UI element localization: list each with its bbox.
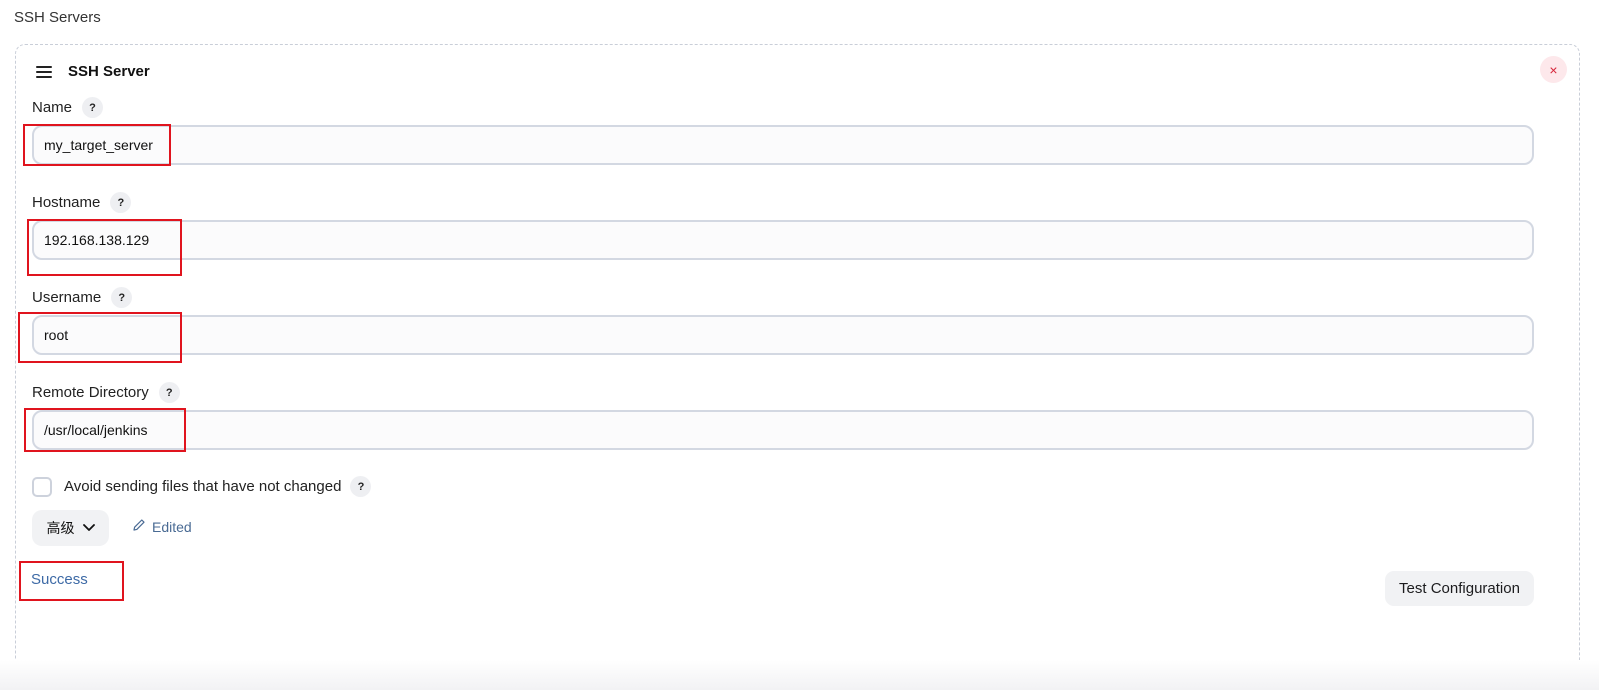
name-help-icon[interactable]: ? <box>82 97 104 118</box>
drag-handle-icon[interactable] <box>36 65 52 78</box>
username-input[interactable] <box>32 315 1534 355</box>
avoid-unchanged-help-icon[interactable]: ? <box>350 476 372 497</box>
hostname-input[interactable] <box>32 220 1534 260</box>
remote-directory-label-text: Remote Directory <box>32 384 149 401</box>
close-icon: × <box>1549 61 1558 78</box>
test-configuration-button[interactable]: Test Configuration <box>1385 571 1534 606</box>
edited-indicator: Edited <box>132 518 192 535</box>
delete-server-button[interactable]: × <box>1540 56 1567 83</box>
username-label-text: Username <box>32 289 102 306</box>
hostname-label-text: Hostname <box>32 194 101 211</box>
avoid-unchanged-label[interactable]: Avoid sending files that have not change… <box>64 478 341 495</box>
username-help-icon[interactable]: ? <box>111 287 133 308</box>
test-status-text: Success <box>31 571 88 588</box>
name-label: Name ? <box>32 97 104 118</box>
chunk-header: SSH Server <box>36 63 150 80</box>
ssh-server-chunk: SSH Server × Name ? Hostname ? Username … <box>15 44 1580 677</box>
name-label-text: Name <box>32 99 73 116</box>
chunk-title: SSH Server <box>68 63 150 80</box>
name-input[interactable] <box>32 125 1534 165</box>
remote-directory-label: Remote Directory ? <box>32 382 180 403</box>
section-title: SSH Servers <box>14 9 101 26</box>
avoid-unchanged-row: Avoid sending files that have not change… <box>32 476 372 497</box>
advanced-label: 高级 <box>46 520 75 536</box>
hostname-help-icon[interactable]: ? <box>110 192 132 213</box>
remote-directory-help-icon[interactable]: ? <box>158 382 180 403</box>
bottom-fade <box>0 660 1599 690</box>
advanced-button[interactable]: 高级 <box>32 510 109 546</box>
edited-label: Edited <box>152 518 192 535</box>
avoid-unchanged-checkbox[interactable] <box>32 476 52 497</box>
pencil-icon <box>132 518 146 535</box>
chevron-down-icon <box>82 521 95 535</box>
hostname-label: Hostname ? <box>32 192 132 213</box>
username-label: Username ? <box>32 287 133 308</box>
remote-directory-input[interactable] <box>32 410 1534 450</box>
